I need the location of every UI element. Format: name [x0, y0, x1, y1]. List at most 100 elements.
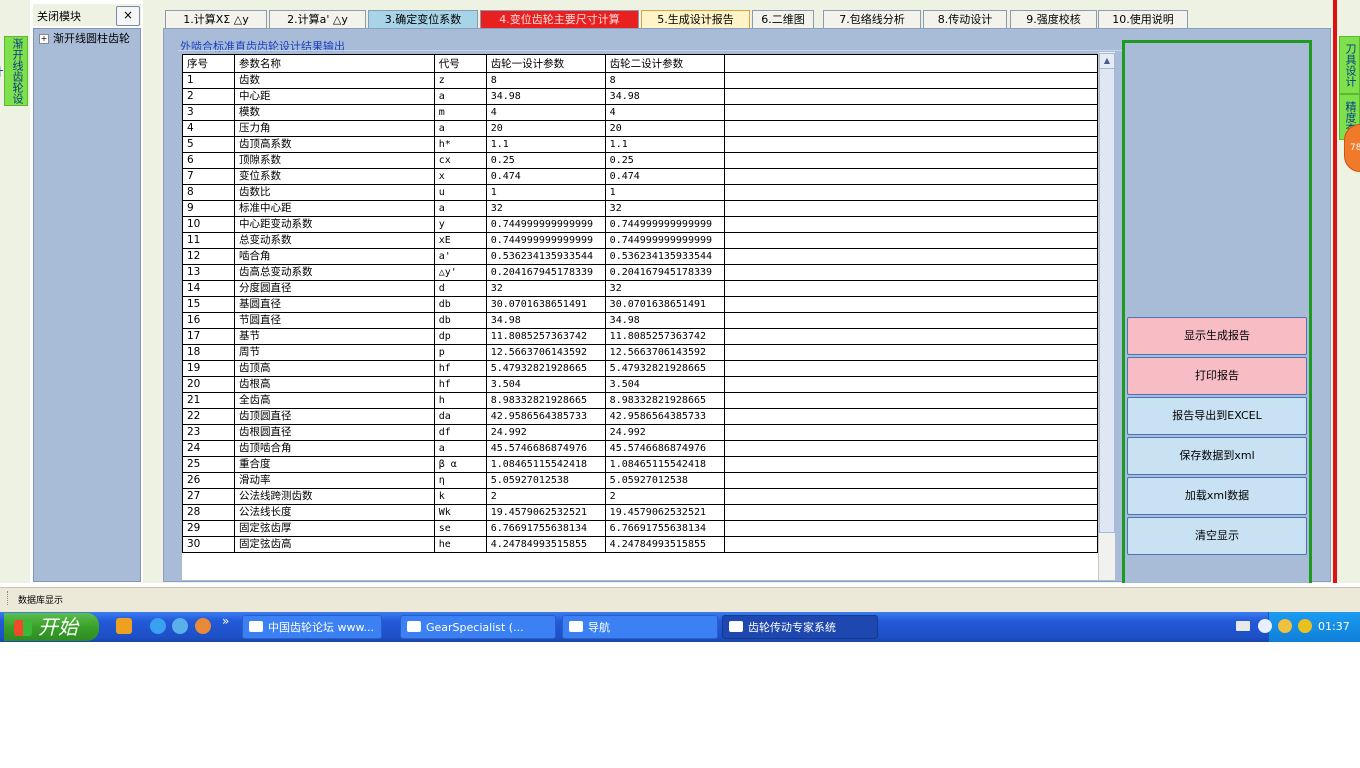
table-row[interactable]: 25 重合度 β α 1.08465115542418 1.08465115542418: [182, 456, 1098, 473]
table-cell[interactable]: 24.992: [604, 424, 725, 441]
action-button-3[interactable]: 报告导出到EXCEL: [1127, 397, 1307, 435]
table-cell[interactable]: 20: [604, 120, 725, 137]
table-cell[interactable]: 齿高总变动系数: [233, 264, 435, 281]
table-cell[interactable]: 5.47932821928665: [604, 360, 725, 377]
table-cell[interactable]: d: [433, 280, 487, 297]
table-cell[interactable]: 34.98: [485, 312, 606, 329]
table-cell[interactable]: 5.47932821928665: [485, 360, 606, 377]
table-cell[interactable]: 8.98332821928665: [485, 392, 606, 409]
table-cell[interactable]: 30: [182, 536, 235, 553]
table-row[interactable]: 21 全齿高 h 8.98332821928665 8.98332821928665: [182, 392, 1098, 409]
table-cell[interactable]: 32: [485, 200, 606, 217]
table-cell[interactable]: 14: [182, 280, 235, 297]
table-cell[interactable]: 6: [182, 152, 235, 169]
column-header[interactable]: 齿轮二设计参数: [604, 54, 725, 73]
table-cell[interactable]: 32: [485, 280, 606, 297]
table-row[interactable]: 8 齿数比 u 1 1: [182, 184, 1098, 201]
table-cell[interactable]: 1: [604, 184, 725, 201]
tab-8[interactable]: 8.传动设计: [923, 10, 1007, 29]
table-cell[interactable]: a: [433, 88, 487, 105]
tab-2[interactable]: 2.计算a' △y: [269, 10, 366, 29]
tray-arrow-icon[interactable]: [1258, 619, 1272, 633]
table-row[interactable]: 3 模数 m 4 4: [182, 104, 1098, 121]
table-cell[interactable]: 中心距变动系数: [233, 216, 435, 233]
table-cell[interactable]: m: [433, 104, 487, 121]
table-row[interactable]: 26 滑动率 η 5.05927012538 5.05927012538: [182, 472, 1098, 489]
table-row[interactable]: 28 公法线长度 Wk 19.4579062532521 19.457906253252…: [182, 504, 1098, 521]
tree-item-involute-cylindrical-gear[interactable]: + 渐开线圆柱齿轮: [39, 30, 130, 46]
table-row[interactable]: 14 分度圆直径 d 32 32: [182, 280, 1098, 297]
table-cell[interactable]: 2: [182, 88, 235, 105]
table-cell[interactable]: 13: [182, 264, 235, 281]
table-cell[interactable]: 滑动率: [233, 472, 435, 489]
table-cell[interactable]: a: [433, 120, 487, 137]
table-row[interactable]: 5 齿顶高系数 h* 1.1 1.1: [182, 136, 1098, 153]
table-cell[interactable]: 17: [182, 328, 235, 345]
table-cell[interactable]: 0.536234135933544: [604, 248, 725, 265]
table-row[interactable]: 11 总变动系数 xE 0.744999999999999 0.744999999999…: [182, 232, 1098, 249]
table-cell[interactable]: k: [433, 488, 487, 505]
table-row[interactable]: 4 压力角 a 20 20: [182, 120, 1098, 137]
column-header[interactable]: 齿轮一设计参数: [485, 54, 606, 73]
table-cell[interactable]: 16: [182, 312, 235, 329]
table-cell[interactable]: db: [433, 312, 487, 329]
table-cell[interactable]: 5: [182, 136, 235, 153]
start-button[interactable]: 开始: [4, 613, 99, 641]
tab-9[interactable]: 9.强度校核: [1010, 10, 1097, 29]
table-cell[interactable]: a: [433, 200, 487, 217]
tab-10[interactable]: 10.使用说明: [1098, 10, 1188, 29]
ie-browser-icon[interactable]: [150, 618, 166, 634]
table-cell[interactable]: se: [433, 520, 487, 537]
tree-expand-icon[interactable]: +: [39, 34, 49, 44]
table-cell[interactable]: hf: [433, 360, 487, 377]
table-row[interactable]: 13 齿高总变动系数 △y' 0.204167945178339 0.204167945…: [182, 264, 1098, 281]
table-cell[interactable]: p: [433, 344, 487, 361]
table-cell[interactable]: 分度圆直径: [233, 280, 435, 297]
table-cell[interactable]: 公法线长度: [233, 504, 435, 521]
table-cell[interactable]: dp: [433, 328, 487, 345]
table-cell[interactable]: △y': [433, 264, 487, 281]
taskbar-button-1[interactable]: 中国齿轮论坛 www...: [242, 615, 382, 639]
table-cell[interactable]: 0.536234135933544: [485, 248, 606, 265]
table-cell[interactable]: 29: [182, 520, 235, 537]
table-cell[interactable]: 固定弦齿高: [233, 536, 435, 553]
table-cell[interactable]: y: [433, 216, 487, 233]
table-cell[interactable]: 齿数: [233, 72, 435, 89]
table-cell[interactable]: 变位系数: [233, 168, 435, 185]
table-cell[interactable]: 24.992: [485, 424, 606, 441]
table-cell[interactable]: 4: [604, 104, 725, 121]
table-cell[interactable]: h: [433, 392, 487, 409]
table-cell[interactable]: 10: [182, 216, 235, 233]
table-cell[interactable]: 20: [182, 376, 235, 393]
table-row[interactable]: 12 啮合角 a' 0.536234135933544 0.53623413593354…: [182, 248, 1098, 265]
table-cell[interactable]: 1.1: [604, 136, 725, 153]
table-cell[interactable]: cx: [433, 152, 487, 169]
table-cell[interactable]: 11: [182, 232, 235, 249]
table-cell[interactable]: 0.25: [604, 152, 725, 169]
table-cell[interactable]: xE: [433, 232, 487, 249]
taskbar-button-4[interactable]: 齿轮传动专家系统: [722, 615, 878, 639]
table-row[interactable]: 6 顶隙系数 cx 0.25 0.25: [182, 152, 1098, 169]
table-cell[interactable]: η: [433, 472, 487, 489]
table-cell[interactable]: da: [433, 408, 487, 425]
table-cell[interactable]: 5.05927012538: [604, 472, 725, 489]
table-cell[interactable]: 9: [182, 200, 235, 217]
table-cell[interactable]: 32: [604, 280, 725, 297]
browser-icon[interactable]: [172, 618, 188, 634]
column-header[interactable]: 参数名称: [233, 54, 435, 73]
table-cell[interactable]: 齿根圆直径: [233, 424, 435, 441]
action-button-5[interactable]: 加载xml数据: [1127, 477, 1307, 515]
table-cell[interactable]: 27: [182, 488, 235, 505]
taskbar-button-3[interactable]: 导航: [562, 615, 718, 639]
table-row[interactable]: 24 齿顶啮合角 a 45.5746686874976 45.5746686874976: [182, 440, 1098, 457]
table-cell[interactable]: z: [433, 72, 487, 89]
results-table[interactable]: 序号 参数名称 代号 齿轮一设计参数 齿轮二设计参数 1 齿数 z 8 8 2 中心距 a 34.98 3…: [182, 54, 1098, 580]
table-cell[interactable]: β α: [433, 456, 487, 473]
table-cell[interactable]: 7: [182, 168, 235, 185]
table-row[interactable]: 27 公法线跨测齿数 k 2 2: [182, 488, 1098, 505]
table-cell[interactable]: a': [433, 248, 487, 265]
table-row[interactable]: 17 基节 dp 11.8085257363742 11.8085257363742: [182, 328, 1098, 345]
table-cell[interactable]: 26: [182, 472, 235, 489]
table-cell[interactable]: 重合度: [233, 456, 435, 473]
table-cell[interactable]: 22: [182, 408, 235, 425]
